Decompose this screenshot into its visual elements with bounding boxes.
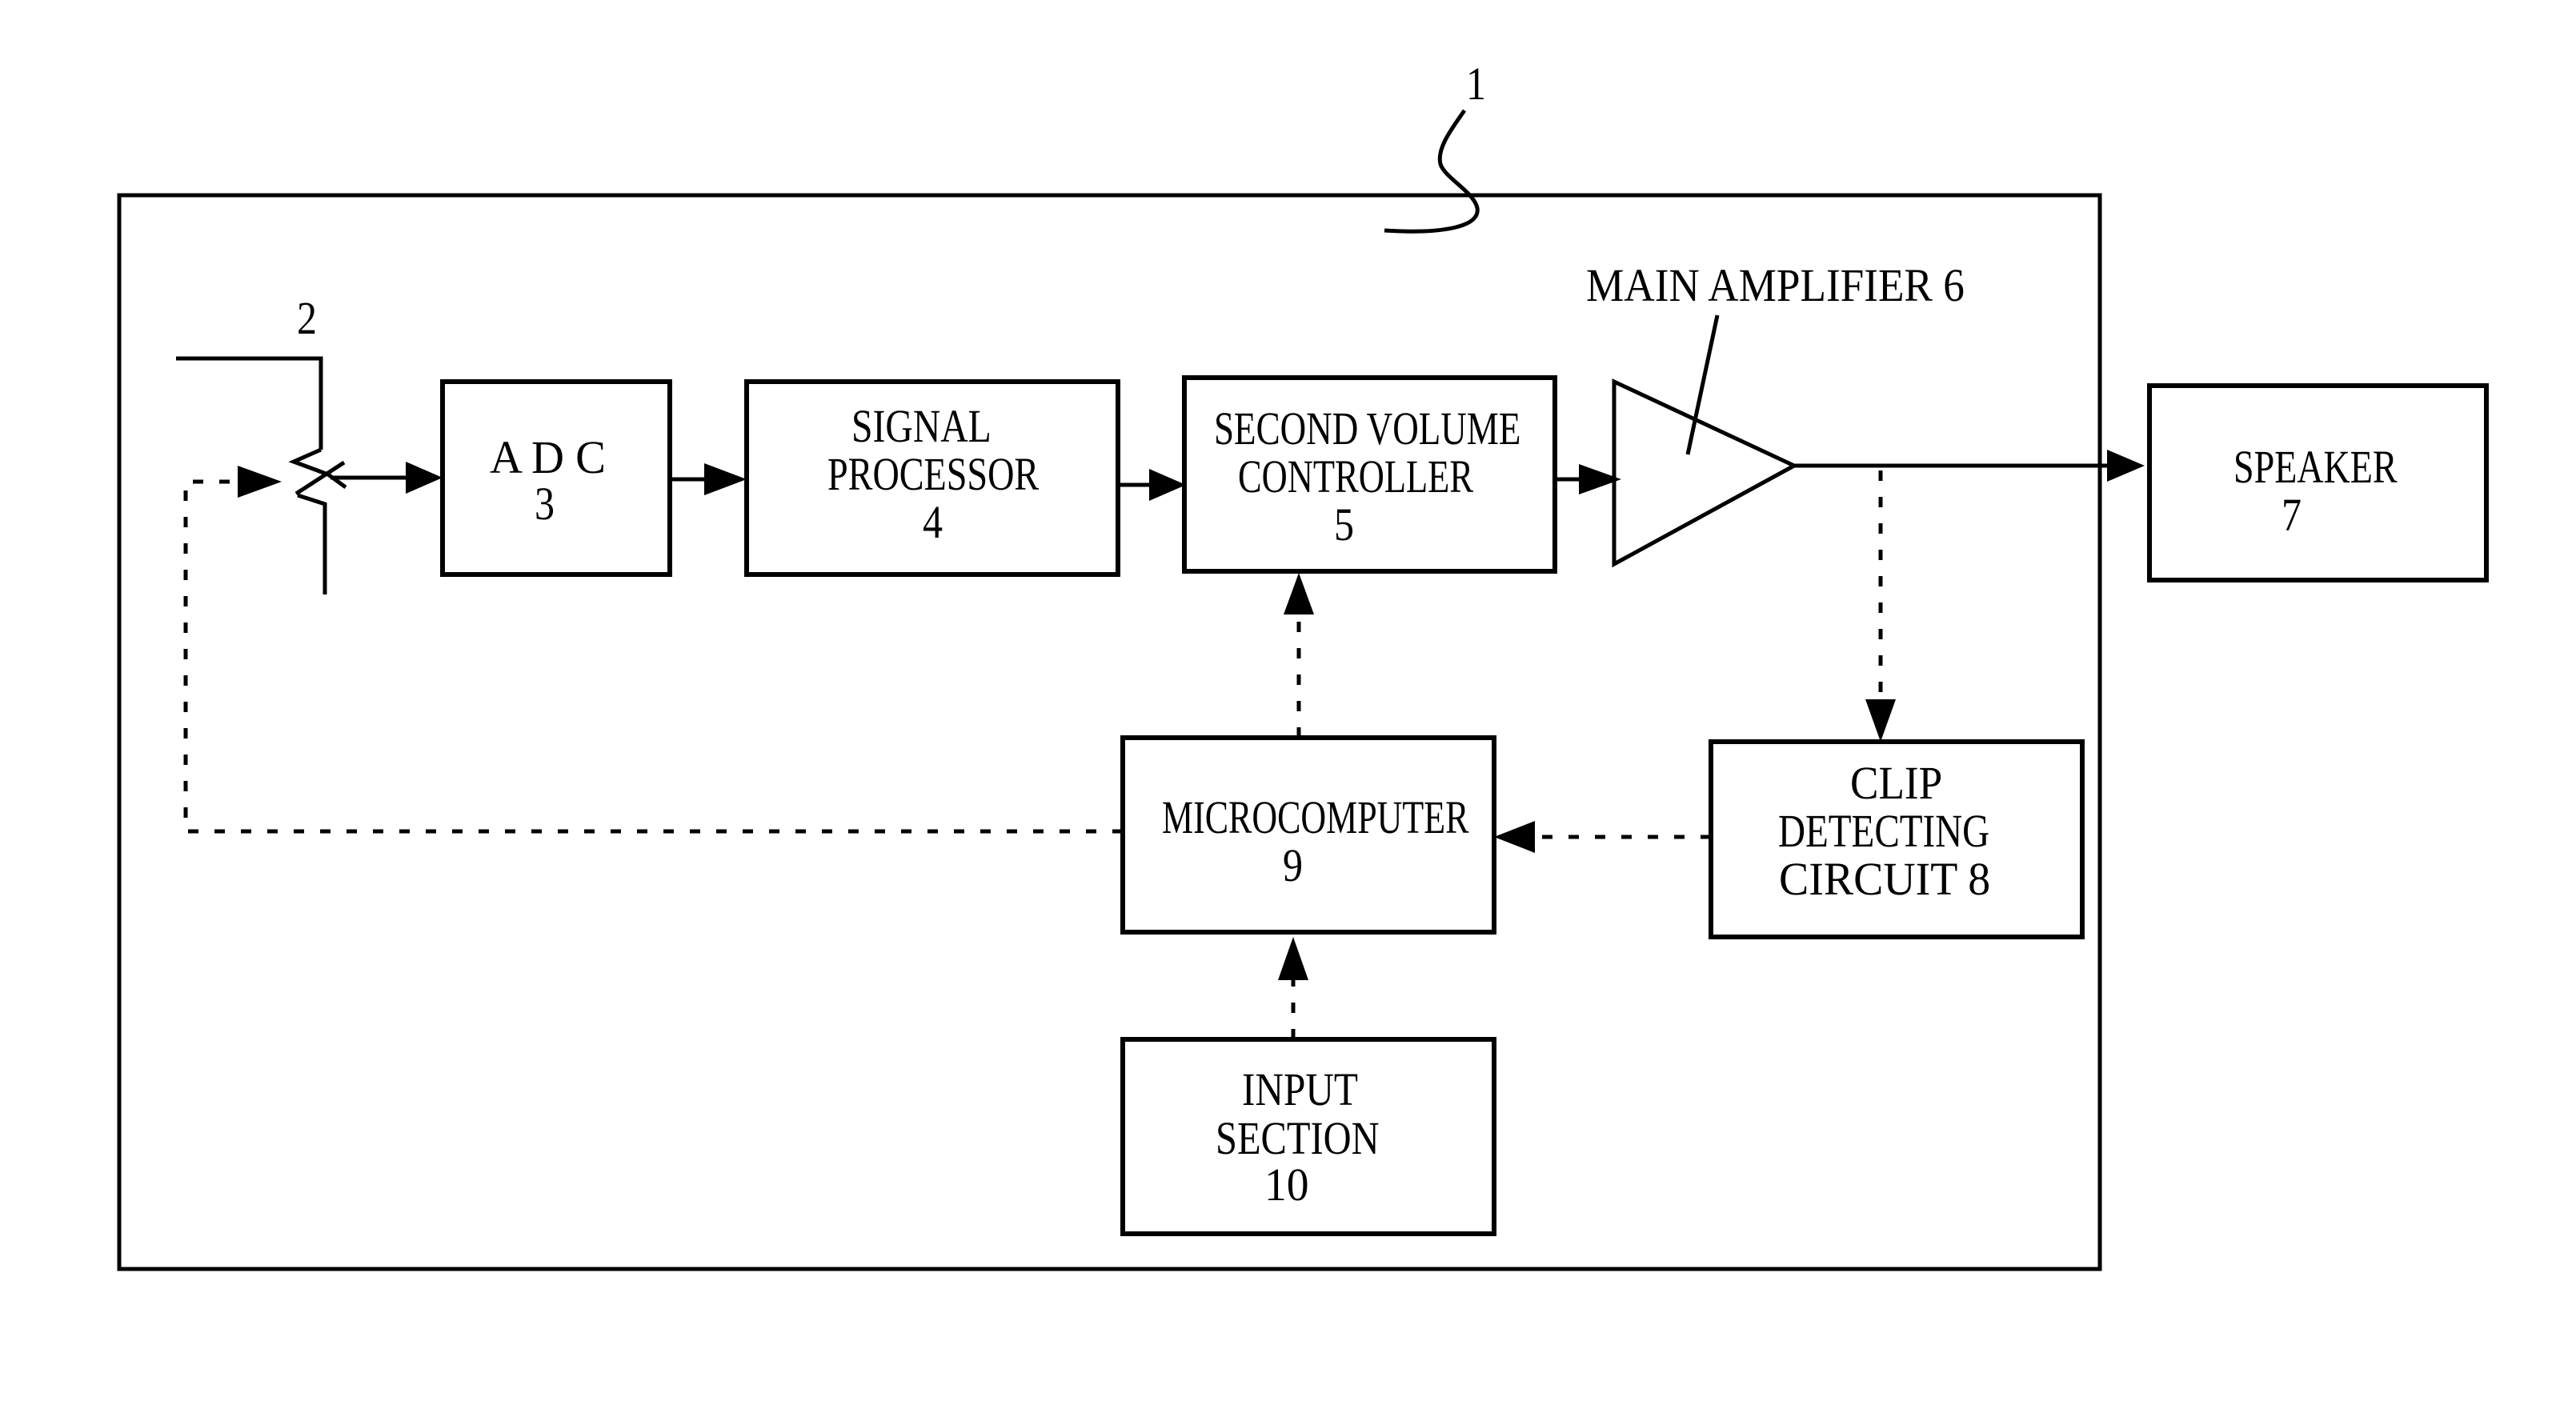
microcomputer-number: 9 (1283, 839, 1303, 891)
arrow-main-amplifier-to-speaker (1793, 450, 2145, 482)
arrow-clip-detecting-circuit-to-microcomputer (1494, 821, 1711, 853)
adc-number: 3 (535, 478, 555, 530)
reference-leader-squiggle (1384, 109, 1480, 234)
arrow-signal-processor-to-second-volume-controller (1118, 469, 1186, 501)
input-section-label-line2: SECTION (1216, 1112, 1380, 1164)
arrowhead (1149, 469, 1186, 501)
signal-processor-number: 4 (923, 496, 943, 548)
signal-processor-label-line2: PROCESSOR (827, 448, 1039, 500)
block-speaker: SPEAKER 7 (2147, 383, 2489, 582)
input-section-number: 10 (1264, 1159, 1309, 1211)
speaker-label: SPEAKER (2233, 441, 2398, 493)
arrowhead (2107, 450, 2145, 482)
block-input-section: INPUT SECTION 10 (1120, 1037, 1496, 1236)
arrowhead (1278, 937, 1308, 980)
arrow-microcomputer-to-second-volume-controller (1284, 573, 1314, 738)
arrow-second-volume-controller-to-main-amplifier (1555, 464, 1621, 494)
microcomputer-label: MICROCOMPUTER (1162, 791, 1469, 843)
amplifier-leader-line (1685, 314, 1720, 455)
arrowhead (1284, 573, 1314, 614)
clip-detecting-circuit-label-line3: CIRCUIT 8 (1779, 853, 1990, 905)
arrow-volume-to-adc (331, 462, 443, 494)
block-signal-processor: SIGNAL PROCESSOR 4 (744, 379, 1120, 577)
arrowhead (406, 462, 443, 494)
arrowhead (1494, 821, 1535, 853)
volume-resistor-zigzag (288, 447, 347, 594)
clip-detecting-circuit-label-line2: DETECTING (1778, 805, 1989, 857)
second-volume-controller-number: 5 (1334, 498, 1354, 550)
block-clip-detecting-circuit: CLIP DETECTING CIRCUIT 8 (1709, 739, 2085, 939)
amplifier-triangle (1612, 378, 1799, 568)
arrow-adc-to-signal-processor (670, 463, 747, 495)
arrow-input-section-to-microcomputer (1278, 937, 1308, 1039)
volume-variable-resistor: 2 (176, 292, 347, 594)
arrowhead (238, 466, 282, 498)
speaker-number: 7 (2282, 489, 2302, 541)
second-volume-controller-label-line1: SECOND VOLUME (1214, 402, 1520, 454)
volume-input-lead (176, 356, 323, 450)
block-microcomputer: MICROCOMPUTER 9 (1120, 735, 1496, 935)
second-volume-controller-label-line2: CONTROLLER (1238, 450, 1473, 502)
device-enclosure (117, 193, 2102, 1271)
audio-device-block-diagram: 1 2 A D C 3 SIGNAL PROCESSOR 4 SECOND VO… (0, 0, 2576, 1417)
clip-detecting-circuit-label-line1: CLIP (1850, 757, 1942, 809)
arrow-main-amplifier-to-clip-detecting-circuit (1865, 470, 1896, 742)
arrowhead (704, 463, 747, 495)
block-main-amplifier: MAIN AMPLIFIER 6 (1586, 259, 1965, 568)
main-amplifier-label: MAIN AMPLIFIER 6 (1586, 259, 1965, 311)
input-section-label-line1: INPUT (1242, 1063, 1358, 1115)
arrowhead (1865, 699, 1896, 742)
block-adc: A D C 3 (440, 379, 672, 577)
signal-processor-label-line1: SIGNAL (851, 400, 992, 452)
volume-ref-label: 2 (297, 292, 317, 344)
adc-label: A D C (490, 431, 606, 483)
reference-label-1: 1 (1466, 58, 1486, 110)
block-second-volume-controller: SECOND VOLUME CONTROLLER 5 (1182, 375, 1557, 574)
